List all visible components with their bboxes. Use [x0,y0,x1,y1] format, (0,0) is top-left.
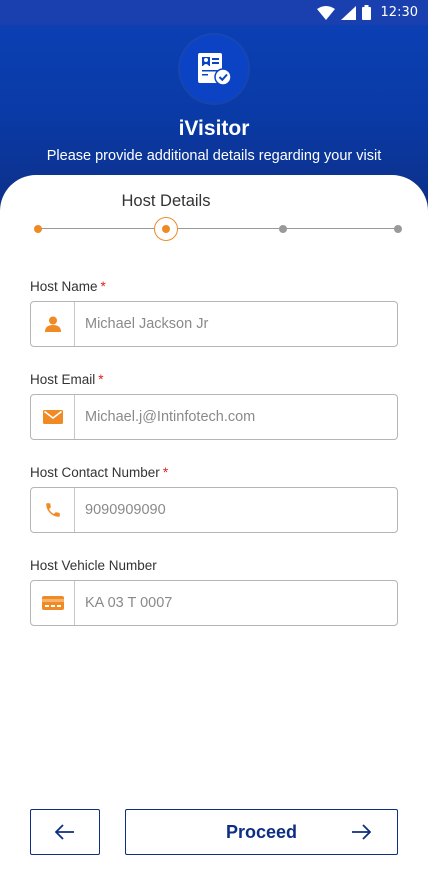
back-button[interactable] [30,809,100,855]
status-bar: 12:30 [0,0,428,25]
wifi-icon [316,5,335,20]
visitor-badge-icon [198,53,232,86]
form-card: Host Details Host Name* Host Email* Host [0,175,428,890]
host-contact-label: Host Contact Number * [30,465,169,480]
step-title: Host Details [121,192,211,210]
host-vehicle-input[interactable] [75,581,375,625]
host-contact-field[interactable] [30,487,398,533]
step-1-dot [34,225,42,233]
host-contact-input[interactable] [75,488,375,532]
host-email-label: Host Email * [30,372,104,387]
arrow-left-icon [55,824,74,840]
host-name-field[interactable] [30,301,398,347]
phone-icon [31,488,75,532]
proceed-label: Proceed [225,821,298,842]
mail-icon [31,395,75,439]
stepper-line [38,228,398,229]
host-vehicle-label: Host Vehicle Number [30,558,157,573]
host-name-input[interactable] [75,302,375,346]
arrow-right-icon [352,824,371,840]
step-4-dot [394,225,402,233]
battery-icon [361,5,371,20]
step-3-dot [279,225,287,233]
step-2-current [154,217,178,241]
host-vehicle-field[interactable] [30,580,398,626]
proceed-button[interactable]: Proceed [125,809,398,855]
host-name-label: Host Name * [30,279,106,294]
app-logo [180,35,248,103]
status-time: 12:30 [380,5,418,20]
host-email-input[interactable] [75,395,375,439]
person-icon [31,302,75,346]
host-email-field[interactable] [30,394,398,440]
card-icon [31,581,75,625]
signal-icon [340,5,356,20]
app-title: iVisitor [178,117,250,140]
app-subtitle: Please provide additional details regard… [46,148,382,164]
